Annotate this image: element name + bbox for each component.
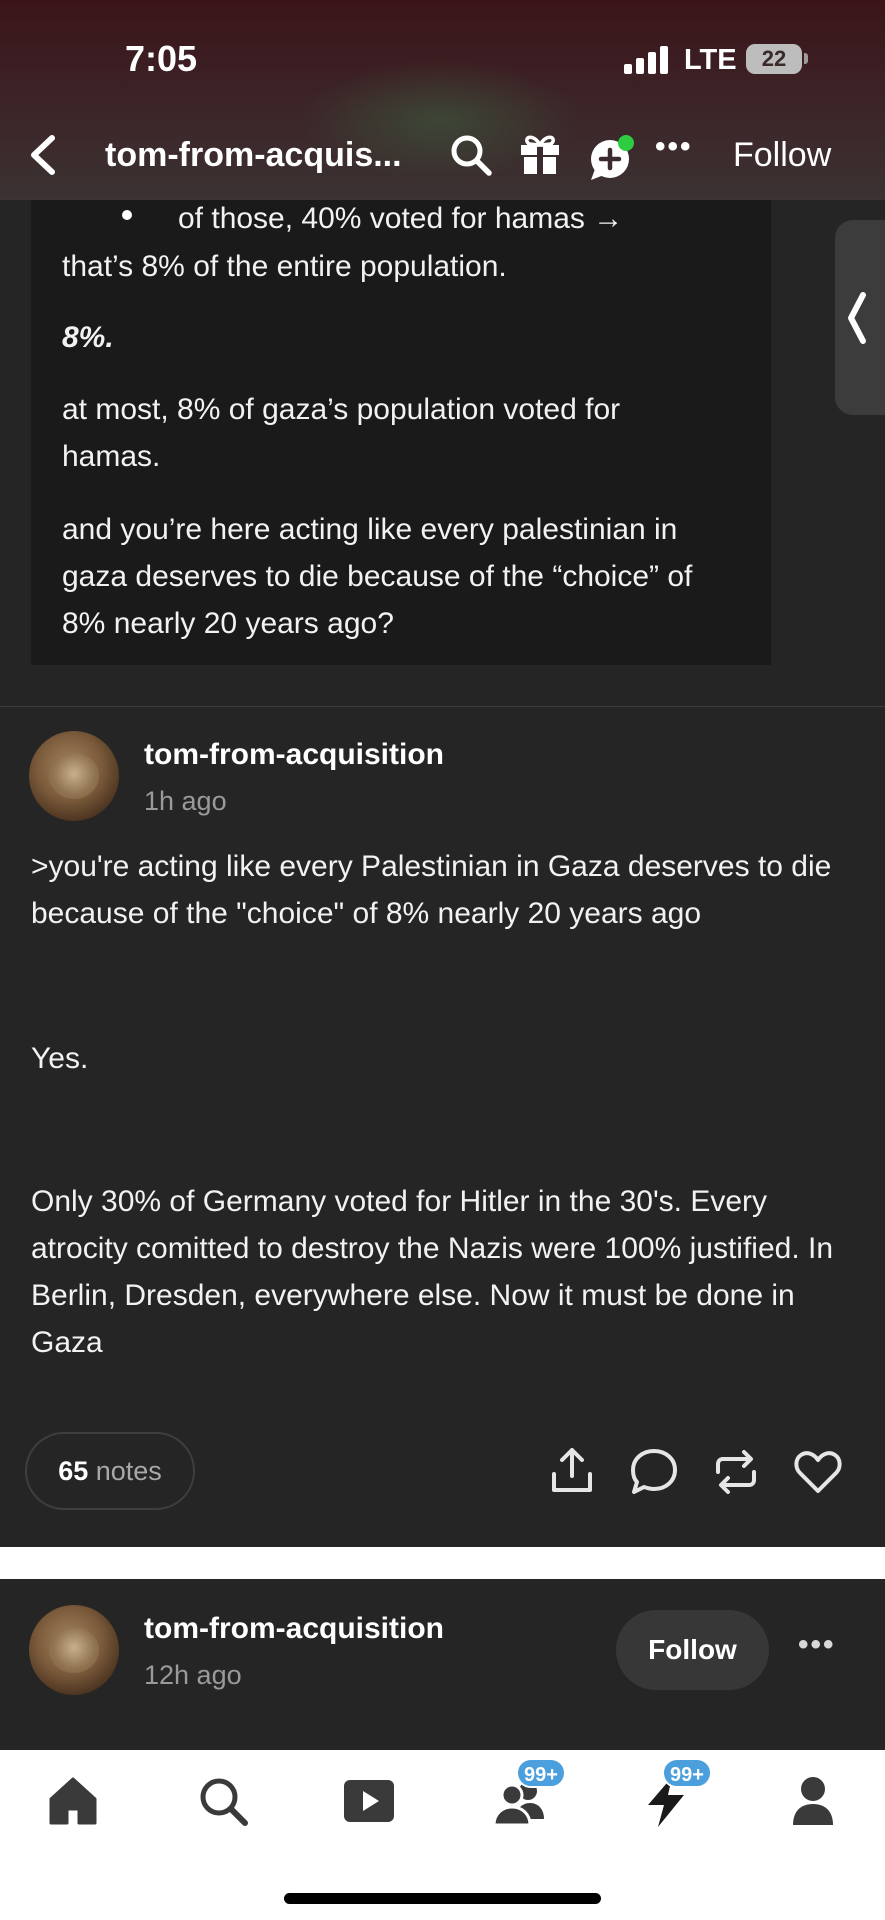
reblog-icon[interactable] bbox=[710, 1446, 762, 1498]
comment-icon[interactable] bbox=[628, 1446, 680, 1498]
follow-button[interactable]: Follow bbox=[616, 1610, 769, 1690]
search-icon[interactable] bbox=[448, 132, 494, 178]
avatar[interactable] bbox=[29, 731, 119, 821]
next-post-username[interactable]: tom-from-acquisition bbox=[144, 1612, 444, 1646]
quoted-emphasis: 8%. bbox=[62, 321, 114, 354]
battery-nub bbox=[804, 53, 808, 64]
notes-count: 65 bbox=[58, 1456, 89, 1486]
like-icon[interactable] bbox=[792, 1446, 844, 1498]
more-icon[interactable]: ••• bbox=[655, 130, 693, 164]
signal-icon bbox=[624, 44, 670, 74]
reply-paragraph: Only 30% of Germany voted for Hitler in … bbox=[31, 1185, 834, 1359]
reply-timestamp: 1h ago bbox=[144, 786, 227, 816]
top-bar: 7:05 LTE 22 tom-from-acquis... ••• Follo… bbox=[0, 0, 885, 200]
post-separator bbox=[0, 1547, 885, 1579]
account-icon[interactable] bbox=[785, 1773, 841, 1829]
share-icon[interactable] bbox=[546, 1444, 598, 1496]
reply-quote: >you're acting like every Palestinian in… bbox=[31, 850, 832, 930]
quoted-line: that’s 8% of the entire population. bbox=[62, 250, 507, 283]
reply-username[interactable]: tom-from-acquisition bbox=[144, 738, 444, 772]
blog-title[interactable]: tom-from-acquis... bbox=[105, 136, 402, 175]
video-icon[interactable] bbox=[341, 1773, 397, 1829]
gift-icon[interactable] bbox=[517, 130, 563, 176]
search-icon[interactable] bbox=[195, 1773, 251, 1829]
quoted-paragraph: at most, 8% of gaza’s population voted f… bbox=[62, 393, 621, 473]
people-badge: 99+ bbox=[516, 1758, 566, 1788]
chat-plus-icon[interactable] bbox=[586, 133, 638, 185]
notes-label: notes bbox=[95, 1456, 162, 1486]
side-drawer-tab[interactable] bbox=[835, 220, 885, 415]
status-time: 7:05 bbox=[125, 38, 198, 79]
home-icon[interactable] bbox=[45, 1773, 101, 1829]
back-arrow-icon[interactable] bbox=[20, 130, 70, 180]
activity-badge: 99+ bbox=[662, 1758, 712, 1788]
bullet-text: of those, 40% voted for hamas → bbox=[178, 202, 624, 235]
more-icon[interactable]: ••• bbox=[798, 1628, 836, 1662]
network-label: LTE bbox=[684, 44, 737, 76]
quoted-paragraph: and you’re here acting like every palest… bbox=[62, 513, 693, 640]
avatar[interactable] bbox=[29, 1605, 119, 1695]
divider bbox=[0, 706, 885, 707]
reply-answer: Yes. bbox=[31, 1042, 89, 1075]
bullet-point bbox=[122, 210, 132, 220]
notes-button[interactable]: 65 notes bbox=[25, 1432, 195, 1510]
battery-icon: 22 bbox=[746, 44, 802, 74]
chevron-left-icon bbox=[848, 292, 866, 344]
next-post-timestamp: 12h ago bbox=[144, 1660, 242, 1690]
follow-button[interactable]: Follow bbox=[733, 136, 831, 175]
home-indicator[interactable] bbox=[284, 1893, 601, 1904]
